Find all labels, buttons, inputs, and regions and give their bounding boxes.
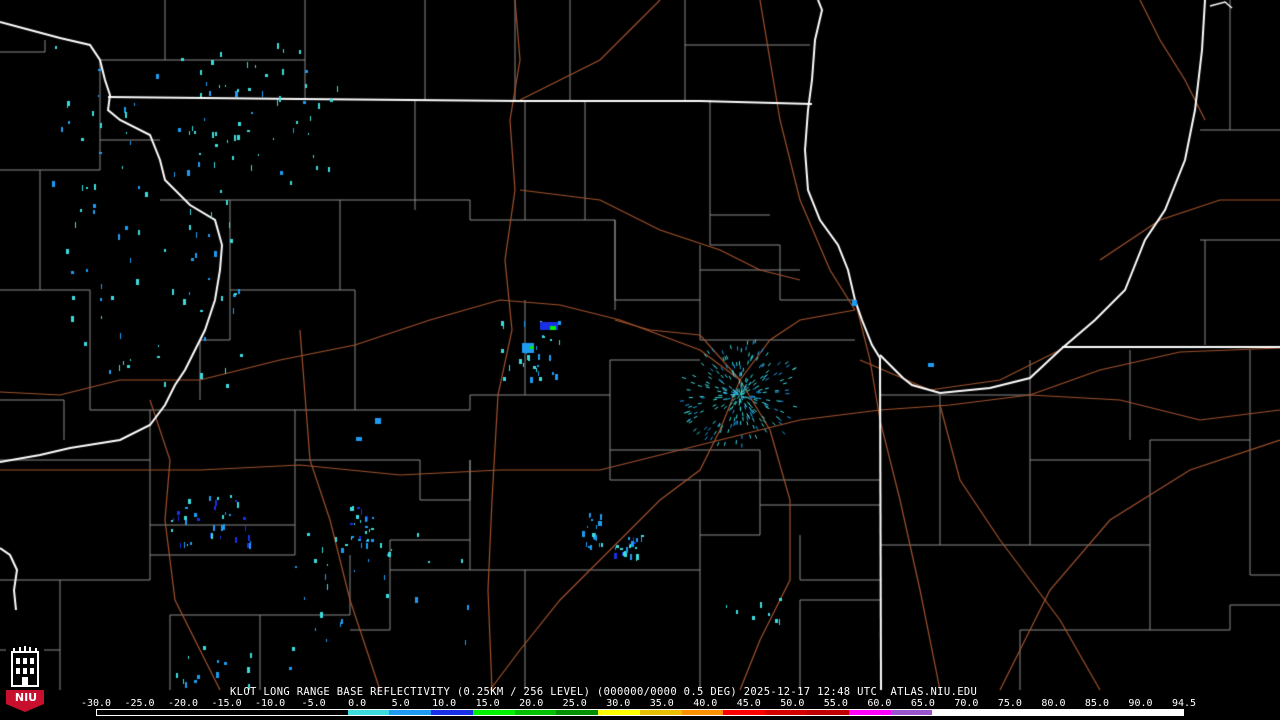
- scale-swatch: [1015, 710, 1058, 715]
- scale-swatch: [1141, 710, 1183, 715]
- radar-map: [0, 0, 1280, 720]
- logo-text: NIU: [14, 691, 38, 704]
- scale-swatch: [138, 710, 181, 715]
- scale-tick-label: 0.0: [348, 698, 367, 709]
- scale-swatch: [639, 710, 682, 715]
- scale-swatch: [514, 710, 557, 715]
- scale-tick-label: 50.0: [780, 698, 805, 709]
- color-scale-bar: [96, 709, 1184, 716]
- scale-swatch: [556, 710, 599, 715]
- scale-swatch: [389, 710, 432, 715]
- scale-swatch: [723, 710, 766, 715]
- scale-tick-label: 30.0: [606, 698, 631, 709]
- scale-tick-label: 35.0: [649, 698, 674, 709]
- scale-tick-label: -20.0: [167, 698, 199, 709]
- scale-swatch: [1057, 710, 1100, 715]
- scale-tick-label: 80.0: [1041, 698, 1066, 709]
- scale-swatch: [681, 710, 724, 715]
- scale-tick-label: 75.0: [997, 698, 1022, 709]
- scale-swatch: [598, 710, 640, 715]
- scale-tick-label: 15.0: [475, 698, 500, 709]
- scale-tick-label: 25.0: [562, 698, 587, 709]
- scale-tick-label: -15.0: [211, 698, 242, 709]
- scale-swatch: [974, 710, 1016, 715]
- scale-swatch: [305, 710, 348, 715]
- scale-swatch: [97, 710, 139, 715]
- scale-swatch: [848, 710, 891, 715]
- scale-tick-label: 45.0: [736, 698, 761, 709]
- scale-tick-label: 20.0: [519, 698, 544, 709]
- color-scale-labels: -30.0 -25.0 -20.0 -15.0 -10.0 -5.0 0.0 5.0 10.0 1…: [81, 698, 1197, 709]
- scale-swatch: [765, 710, 808, 715]
- scale-swatch: [222, 710, 265, 715]
- scale-tick-label: -10.0: [255, 698, 286, 709]
- product-info-line: KLOT LONG RANGE BASE REFLECTIVITY (0.25K…: [230, 686, 978, 698]
- scale-tick-label: -5.0: [301, 698, 326, 709]
- scale-swatch: [347, 710, 390, 715]
- scale-tick-label: 94.5: [1171, 698, 1197, 709]
- scale-tick-label: -30.0: [80, 698, 112, 709]
- scale-tick-label: 85.0: [1084, 698, 1109, 709]
- scale-swatch: [890, 710, 933, 715]
- scale-swatch: [1099, 710, 1142, 715]
- scale-tick-label: 55.0: [823, 698, 848, 709]
- scale-tick-label: 10.0: [432, 698, 457, 709]
- scale-swatch: [472, 710, 515, 715]
- niu-logo: NIU: [4, 646, 46, 712]
- scale-swatch: [807, 710, 849, 715]
- scale-tick-label: 65.0: [910, 698, 935, 709]
- scale-tick-label: 5.0: [391, 698, 410, 709]
- scale-tick-label: 90.0: [1128, 698, 1153, 709]
- scale-tick-label: 60.0: [867, 698, 892, 709]
- scale-swatch: [180, 710, 223, 715]
- scale-tick-label: 40.0: [693, 698, 718, 709]
- scale-tick-label: -25.0: [124, 698, 155, 709]
- scale-tick-label: 70.0: [954, 698, 979, 709]
- scale-swatch: [264, 710, 306, 715]
- scale-swatch: [932, 710, 975, 715]
- scale-swatch: [431, 710, 473, 715]
